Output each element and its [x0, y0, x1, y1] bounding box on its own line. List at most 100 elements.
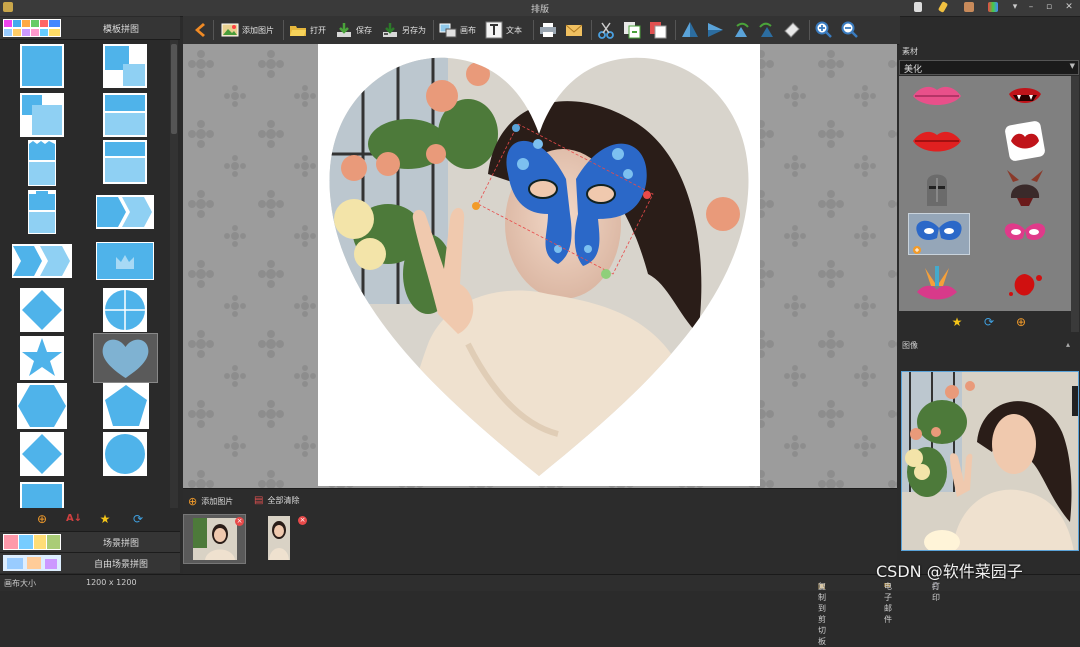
- sticker-lips-red[interactable]: [907, 121, 967, 161]
- add-image-button[interactable]: 添加图片: [221, 19, 274, 41]
- eraser-button[interactable]: [783, 19, 801, 41]
- scissors-icon: [598, 22, 614, 39]
- palette-icon[interactable]: [988, 2, 998, 12]
- template-item[interactable]: [28, 190, 56, 234]
- save-as-icon: [383, 23, 397, 37]
- canvas-button[interactable]: 画布: [439, 19, 476, 41]
- sticker-feather-mask[interactable]: [907, 264, 967, 304]
- template-item[interactable]: [103, 140, 147, 184]
- sticker-vampire-lips[interactable]: [995, 76, 1055, 116]
- template-item[interactable]: [20, 44, 64, 88]
- text-icon: [485, 21, 503, 39]
- left-scrollbar[interactable]: [170, 40, 178, 508]
- save-as-button[interactable]: 另存为: [381, 19, 426, 41]
- print-button[interactable]: [539, 19, 557, 41]
- back-button[interactable]: [191, 19, 209, 41]
- delete-handle[interactable]: [643, 191, 651, 199]
- template-item[interactable]: [20, 288, 64, 332]
- maximize-button[interactable]: ▫: [1042, 1, 1056, 14]
- refresh-icon[interactable]: ⟳: [131, 512, 145, 526]
- template-item[interactable]: [103, 288, 147, 332]
- user-icon[interactable]: [964, 2, 974, 12]
- template-item[interactable]: [20, 432, 64, 476]
- resize-handle[interactable]: [601, 269, 611, 279]
- paste-button[interactable]: [649, 19, 667, 41]
- rotate-right-icon: [759, 22, 773, 37]
- template-item[interactable]: [96, 242, 154, 280]
- add-template-icon[interactable]: ⊕: [35, 512, 49, 526]
- printer-icon: [540, 23, 556, 37]
- add-circle-icon: ⊕: [188, 495, 198, 508]
- sticker-blood-splatter[interactable]: [995, 264, 1055, 304]
- template-item[interactable]: [103, 44, 147, 88]
- add-sticker-icon[interactable]: ⊕: [1014, 315, 1028, 329]
- template-item[interactable]: [103, 93, 147, 137]
- sticker-samurai-helmet[interactable]: [995, 168, 1055, 208]
- open-button[interactable]: 打开: [289, 19, 326, 41]
- help-button[interactable]: ▾: [1008, 1, 1022, 14]
- template-item[interactable]: [103, 383, 149, 429]
- back-arrow-icon: [195, 23, 205, 37]
- heart-photo[interactable]: [318, 44, 760, 486]
- strip-add-image-button[interactable]: ⊕ 添加图片: [188, 495, 233, 508]
- template-item[interactable]: [96, 195, 154, 229]
- template-collage-header[interactable]: 模板拼图: [0, 17, 180, 40]
- copy-button[interactable]: [623, 19, 641, 41]
- scale-handle[interactable]: [472, 202, 480, 210]
- text-button[interactable]: 文本: [485, 19, 522, 41]
- refresh-icon[interactable]: ⟳: [982, 315, 996, 329]
- template-item[interactable]: [17, 383, 67, 429]
- sticker-lips-bite[interactable]: [995, 121, 1055, 161]
- file-icon[interactable]: [914, 2, 922, 12]
- strip-thumbnail-selected[interactable]: ×: [183, 514, 246, 564]
- rotate-right-button[interactable]: [757, 19, 775, 41]
- email-button[interactable]: [565, 19, 583, 41]
- cut-button[interactable]: [597, 19, 615, 41]
- remove-thumbnail-icon[interactable]: ×: [235, 517, 244, 526]
- canvas-size-value: 1200 x 1200: [86, 578, 137, 587]
- main-toolbar: 添加图片 打开 保存 另存为 画布 文本: [183, 16, 900, 45]
- collapse-icon[interactable]: ▴: [1066, 340, 1070, 349]
- add-image-icon: [221, 23, 239, 37]
- toolbar-separator: [213, 20, 214, 40]
- sticker-butterfly-mask-selected[interactable]: [908, 213, 970, 255]
- template-item[interactable]: [103, 432, 147, 476]
- scene-collage-tab[interactable]: 场景拼图: [0, 531, 180, 552]
- folder-icon: [290, 26, 306, 36]
- rotate-handle[interactable]: [512, 124, 520, 132]
- template-collage-label: 模板拼图: [102, 25, 139, 35]
- material-category-dropdown[interactable]: 美化 ▼: [899, 60, 1079, 75]
- save-button[interactable]: 保存: [335, 19, 372, 41]
- flip-vertical-button[interactable]: [681, 19, 699, 41]
- favorite-star-icon[interactable]: ★: [950, 315, 964, 329]
- canvas-icon: [439, 23, 457, 38]
- clear-all-button[interactable]: ▤ 全部清除: [254, 495, 299, 506]
- sticker-pink-mask[interactable]: [995, 214, 1055, 254]
- zoom-in-button[interactable]: [815, 19, 833, 41]
- sort-icon[interactable]: A↓: [66, 512, 82, 526]
- strip-thumbnail[interactable]: [268, 516, 292, 560]
- template-item[interactable]: [20, 336, 64, 380]
- close-button[interactable]: ✕: [1062, 1, 1076, 14]
- sticker-lips-pink[interactable]: [907, 76, 967, 116]
- canvas-page[interactable]: [318, 44, 760, 486]
- sticker-scrollbar[interactable]: [1071, 76, 1079, 332]
- scroll-thumb[interactable]: [171, 44, 177, 134]
- thumbnail-image: [193, 518, 237, 560]
- template-item[interactable]: [12, 244, 72, 278]
- toolbar-separator: [809, 20, 810, 40]
- template-item[interactable]: [28, 140, 56, 186]
- remove-thumbnail-icon[interactable]: ×: [298, 516, 307, 525]
- template-item-heart-selected[interactable]: [93, 333, 158, 383]
- free-scene-collage-tab[interactable]: 自由场景拼图: [0, 552, 180, 573]
- zoom-out-button[interactable]: [841, 19, 859, 41]
- minimize-button[interactable]: –: [1024, 1, 1038, 14]
- flip-horizontal-button[interactable]: [707, 19, 725, 41]
- star-icon[interactable]: ★: [98, 512, 112, 526]
- template-item[interactable]: [20, 482, 64, 508]
- sticker-knight-helmet[interactable]: [907, 168, 967, 208]
- template-item[interactable]: [20, 93, 64, 137]
- zoom-out-icon: [841, 21, 858, 38]
- rotate-left-button[interactable]: [733, 19, 751, 41]
- clear-icon: ▤: [254, 495, 264, 506]
